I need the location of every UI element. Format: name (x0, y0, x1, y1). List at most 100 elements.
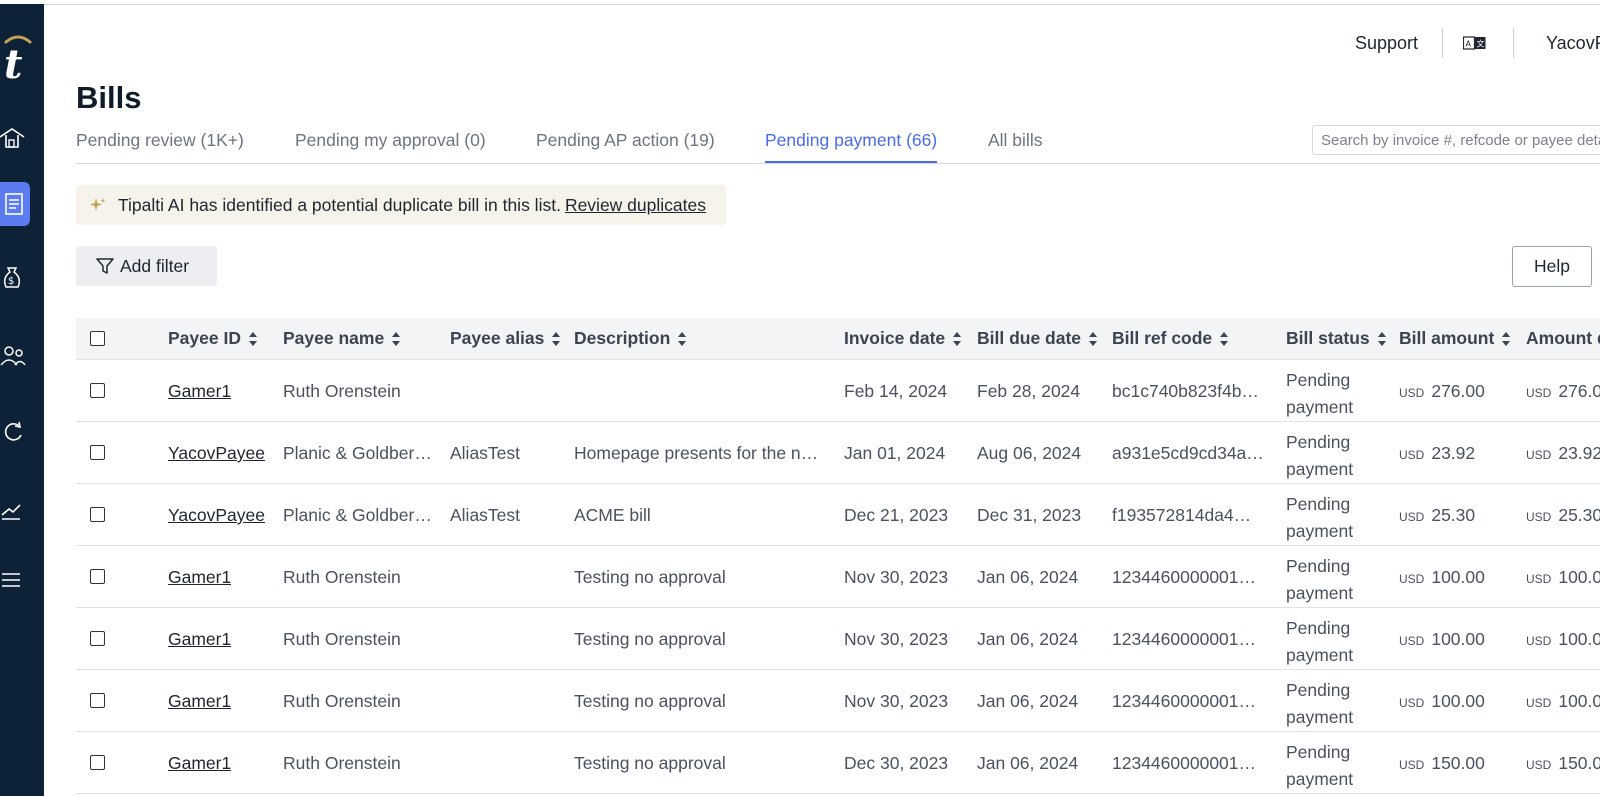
bill-ref-code: 1234460000001… (1112, 691, 1257, 711)
sort-icon (1502, 331, 1511, 346)
payee-id-link[interactable]: Gamer1 (168, 567, 231, 588)
tab-all-bills[interactable]: All bills (988, 130, 1042, 151)
table-row[interactable]: Gamer1 Ruth Orenstein Testing no approva… (76, 546, 1600, 608)
bill-due-date: Jan 06, 2024 (977, 629, 1079, 649)
table-row[interactable]: Gamer1 Ruth Orenstein Feb 14, 2024 Feb 2… (76, 360, 1600, 422)
table-row[interactable]: Gamer1 Ruth Orenstein Testing no approva… (76, 732, 1600, 794)
currency-code: USD (1399, 634, 1425, 648)
col-bill-status[interactable]: Bill status (1286, 328, 1386, 349)
col-description[interactable]: Description (574, 328, 687, 349)
bill-ref-code: 1234460000001… (1112, 567, 1257, 587)
amount-due-value: 25.30 (1558, 505, 1600, 525)
invoice-date: Nov 30, 2023 (844, 691, 949, 711)
filter-icon (96, 258, 114, 274)
col-payee-name[interactable]: Payee name (283, 328, 401, 349)
money-bag-icon[interactable]: $ (0, 256, 30, 300)
bill-amount: USD 150.00 (1399, 753, 1485, 774)
description: Testing no approval (574, 629, 726, 649)
row-checkbox[interactable] (90, 693, 105, 708)
search-input[interactable] (1312, 125, 1600, 155)
svg-text:A: A (1466, 40, 1472, 49)
row-checkbox[interactable] (90, 445, 105, 460)
bill-status: Pending payment (1286, 494, 1354, 541)
bill-due-date: Aug 06, 2024 (977, 443, 1082, 463)
payee-name: Ruth Orenstein (283, 381, 401, 401)
translate-icon[interactable]: A文 (1463, 36, 1487, 50)
amount-due: USD 100.00 (1526, 567, 1600, 588)
col-payee-id[interactable]: Payee ID (168, 328, 257, 349)
support-link[interactable]: Support (1355, 33, 1418, 54)
payee-alias: AliasTest (450, 443, 521, 463)
topbar-divider (1442, 28, 1443, 58)
sort-icon (392, 331, 401, 346)
col-bill-ref-code[interactable]: Bill ref code (1112, 328, 1229, 349)
menu-icon[interactable] (0, 558, 30, 602)
payee-id-link[interactable]: Gamer1 (168, 629, 231, 650)
table-row[interactable]: YacovPayee Planic & Goldber… AliasTest A… (76, 484, 1600, 546)
user-menu[interactable]: YacovP (1546, 33, 1600, 54)
amount-due-value: 23.92 (1558, 443, 1600, 463)
description: Testing no approval (574, 567, 726, 587)
currency-code: USD (1526, 696, 1552, 710)
sidebar: t $ (0, 4, 44, 796)
bill-amount: USD 100.00 (1399, 567, 1485, 588)
help-button[interactable]: Help (1512, 246, 1592, 287)
tipalti-logo[interactable]: t (0, 34, 44, 88)
tab-pending-my-approval[interactable]: Pending my approval (0) (295, 130, 486, 151)
bill-ref-code: f193572814da4… (1112, 505, 1252, 525)
col-bill-due-date[interactable]: Bill due date (977, 328, 1098, 349)
payee-id-link[interactable]: Gamer1 (168, 691, 231, 712)
col-bill-amount[interactable]: Bill amount (1399, 328, 1511, 349)
invoice-date: Nov 30, 2023 (844, 629, 949, 649)
row-checkbox[interactable] (90, 755, 105, 770)
currency-code: USD (1399, 448, 1425, 462)
bill-amount-value: 100.00 (1431, 567, 1485, 587)
payee-id-link[interactable]: YacovPayee (168, 505, 265, 526)
tab-pending-review[interactable]: Pending review (1K+) (76, 130, 244, 151)
svg-text:$: $ (8, 276, 14, 287)
svg-text:t: t (4, 41, 23, 88)
bill-status: Pending payment (1286, 370, 1354, 417)
payee-name: Ruth Orenstein (283, 567, 401, 587)
chart-icon[interactable] (0, 488, 30, 532)
select-all-checkbox[interactable] (90, 331, 105, 346)
home-icon[interactable] (0, 116, 30, 160)
bill-amount: USD 25.30 (1399, 505, 1475, 526)
bill-amount: USD 100.00 (1399, 629, 1485, 650)
payees-icon[interactable] (0, 334, 30, 378)
sort-icon (552, 331, 561, 346)
bill-ref-code: a931e5cd9cd34a… (1112, 443, 1264, 463)
col-invoice-date[interactable]: Invoice date (844, 328, 962, 349)
sort-icon (1220, 331, 1229, 346)
sort-icon (248, 331, 257, 346)
amount-due-value: 100.00 (1558, 691, 1600, 711)
amount-due-value: 276.00 (1558, 381, 1600, 401)
add-filter-label: Add filter (120, 255, 190, 276)
bill-amount-value: 276.00 (1431, 381, 1485, 401)
bill-amount: USD 23.92 (1399, 443, 1475, 464)
row-checkbox[interactable] (90, 383, 105, 398)
tab-pending-payment[interactable]: Pending payment (66) (765, 130, 938, 163)
review-duplicates-link[interactable]: Review duplicates (565, 195, 706, 216)
payee-id-link[interactable]: Gamer1 (168, 753, 231, 774)
refresh-icon[interactable] (0, 410, 30, 454)
col-payee-alias[interactable]: Payee alias (450, 328, 561, 349)
table-row[interactable]: YacovPayee Planic & Goldber… AliasTest H… (76, 422, 1600, 484)
bill-status: Pending payment (1286, 618, 1354, 665)
table-row[interactable]: Gamer1 Ruth Orenstein Testing no approva… (76, 670, 1600, 732)
payee-id-link[interactable]: Gamer1 (168, 381, 231, 402)
col-amount-due[interactable]: Amount due (1526, 328, 1600, 349)
row-checkbox[interactable] (90, 569, 105, 584)
table-row[interactable]: Gamer1 Ruth Orenstein Testing no approva… (76, 608, 1600, 670)
row-checkbox[interactable] (90, 507, 105, 522)
row-checkbox[interactable] (90, 631, 105, 646)
payee-id-link[interactable]: YacovPayee (168, 443, 265, 464)
payee-name: Planic & Goldber… (283, 443, 432, 463)
currency-code: USD (1399, 510, 1425, 524)
bill-status: Pending payment (1286, 680, 1354, 727)
tab-pending-ap-action[interactable]: Pending AP action (19) (536, 130, 715, 151)
bills-icon[interactable] (0, 182, 30, 226)
add-filter-button[interactable]: Add filter (76, 246, 217, 286)
currency-code: USD (1526, 510, 1552, 524)
invoice-date: Nov 30, 2023 (844, 567, 949, 587)
